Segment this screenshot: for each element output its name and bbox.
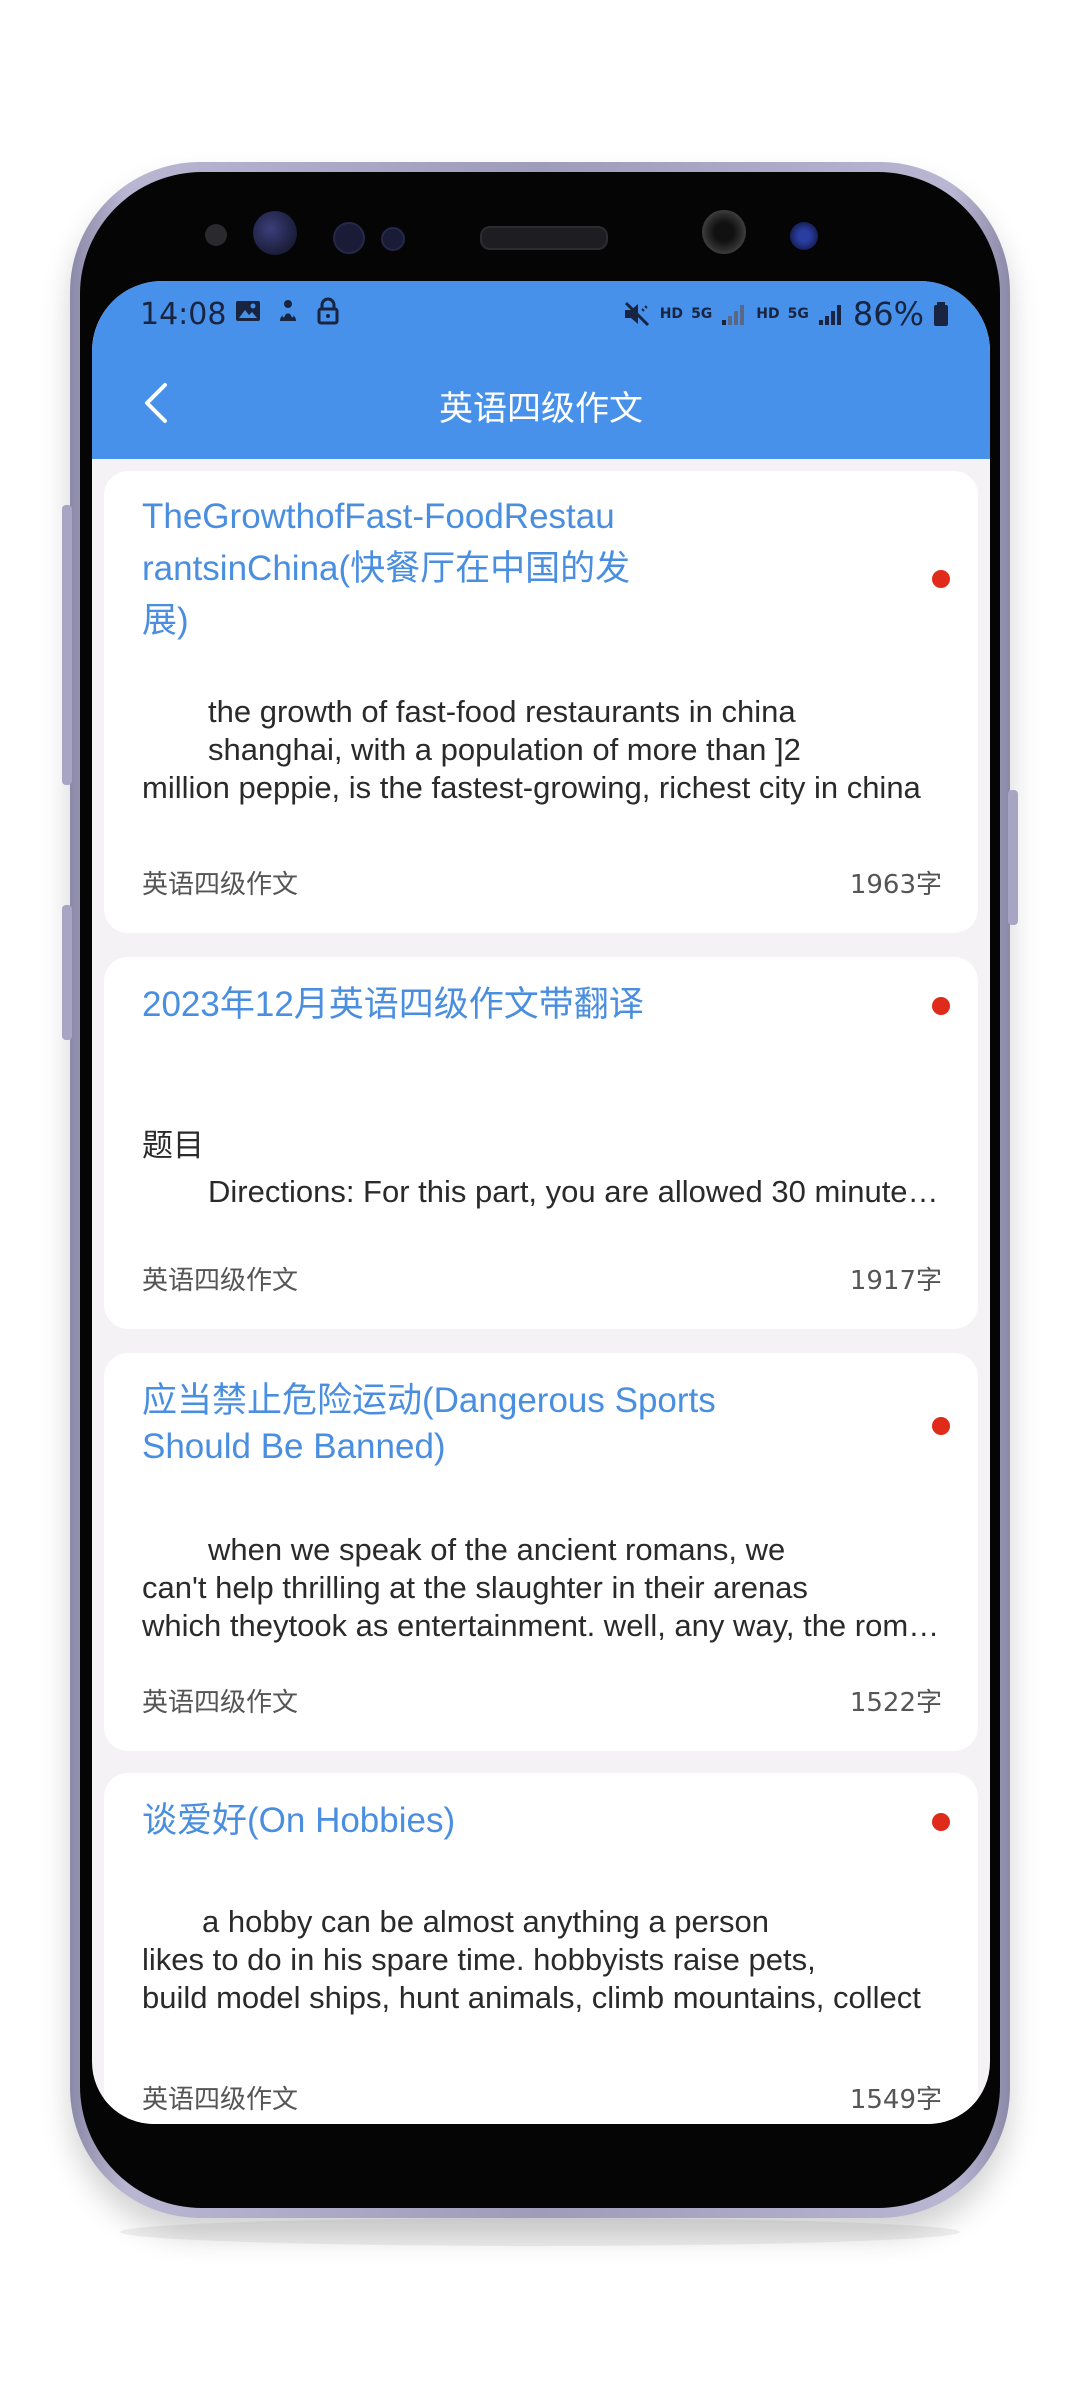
status-time: 14:08: [140, 297, 227, 332]
status-bar: 14:08 HD 5G HD 5G 86%: [92, 281, 990, 353]
article-excerpt: a hobby can be almost anything a person …: [142, 1903, 942, 2017]
excerpt-line: likes to do in his spare time. hobbyists…: [142, 1942, 816, 1977]
article-word-count: 1549字: [849, 2085, 942, 2115]
unread-dot: [932, 997, 950, 1015]
excerpt-line: build model ships, hunt animals, climb m…: [142, 1980, 921, 2015]
signal-icon-1: [722, 305, 745, 325]
hd-label-2: HD: [756, 306, 780, 322]
excerpt-line: million peppie, is the fastest-growing, …: [142, 770, 921, 805]
article-title: 2023年12月英语四级作文带翻译: [142, 979, 762, 1031]
phone-screen: 14:08 HD 5G HD 5G 86% 英语四级作文 TheGrowthof…: [92, 281, 990, 2124]
signal-icon-2: [818, 305, 841, 325]
article-card[interactable]: 2023年12月英语四级作文带翻译 题目 Directions: For thi…: [104, 957, 978, 1329]
article-word-count: 1917字: [849, 1266, 942, 1296]
article-title: 谈爱好(On Hobbies): [142, 1795, 762, 1847]
article-excerpt: when we speak of the ancient romans, we …: [142, 1531, 942, 1645]
camera-flash: [790, 222, 818, 250]
article-title-line: 2023年12月英语四级作文带翻译: [142, 985, 644, 1024]
article-title-line: rantsinChina(快餐厅在中国的发: [142, 549, 631, 588]
excerpt-line: a hobby can be almost anything a person: [202, 1904, 769, 1939]
page-title: 英语四级作文: [439, 389, 643, 429]
unread-dot: [932, 1417, 950, 1435]
article-word-count: 1963字: [849, 870, 942, 900]
battery-icon: [934, 302, 948, 326]
article-card[interactable]: 谈爱好(On Hobbies) a hobby can be almost an…: [104, 1773, 978, 2124]
article-title-line: TheGrowthofFast-FoodRestau: [142, 497, 615, 536]
front-camera: [702, 210, 746, 254]
battery-percent: 86%: [852, 295, 924, 333]
excerpt-line: which theytook as entertainment. well, a…: [142, 1608, 942, 1643]
article-title-line: 展): [142, 601, 189, 640]
article-category: 英语四级作文: [142, 1688, 299, 1718]
excerpt-line: Directions: For this part, you are allow…: [208, 1174, 942, 1209]
proximity-sensor: [333, 222, 365, 254]
network-5g-label-1: 5G: [691, 306, 713, 322]
article-title: TheGrowthofFast-FoodRestau rantsinChina(…: [142, 491, 762, 647]
article-title-line: 谈爱好(On Hobbies): [142, 1801, 456, 1840]
excerpt-line: 题目: [142, 1128, 204, 1163]
excerpt-line: when we speak of the ancient romans, we: [208, 1532, 786, 1567]
network-5g-label-2: 5G: [787, 306, 809, 322]
article-word-count: 1522字: [849, 1688, 942, 1718]
unread-dot: [932, 570, 950, 588]
lock-icon: [317, 297, 339, 325]
article-category: 英语四级作文: [142, 870, 299, 900]
article-excerpt: 题目 Directions: For this part, you are al…: [142, 1127, 942, 1211]
article-title: 应当禁止危险运动(Dangerous Sports Should Be Bann…: [142, 1375, 822, 1473]
article-card[interactable]: TheGrowthofFast-FoodRestau rantsinChina(…: [104, 471, 978, 933]
hd-label-1: HD: [659, 306, 684, 322]
power-button: [1008, 790, 1018, 925]
article-title-line: Should Be Banned): [142, 1427, 446, 1466]
article-card[interactable]: 应当禁止危险运动(Dangerous Sports Should Be Bann…: [104, 1353, 978, 1751]
status-right-icons: HD 5G HD 5G 86%: [622, 295, 950, 333]
phone-shadow: [120, 2218, 960, 2246]
app-notification-icon: [280, 300, 296, 321]
app-bar: 14:08 HD 5G HD 5G 86% 英语四级作文: [92, 281, 990, 459]
volume-down-button: [62, 905, 72, 1040]
earpiece-speaker: [480, 226, 608, 250]
image-notification-icon: [236, 301, 260, 321]
mute-icon: [624, 301, 649, 327]
excerpt-line: the growth of fast-food restaurants in c…: [208, 694, 796, 729]
article-title-line: 应当禁止危险运动(Dangerous Sports: [142, 1381, 716, 1420]
volume-up-button: [62, 505, 72, 785]
excerpt-line: shanghai, with a population of more than…: [208, 732, 801, 767]
front-sensor-dot: [205, 224, 227, 246]
iris-sensor: [253, 211, 297, 255]
status-left-icons: [234, 297, 342, 325]
article-category: 英语四级作文: [142, 2085, 299, 2115]
unread-dot: [932, 1813, 950, 1831]
article-category: 英语四级作文: [142, 1266, 299, 1296]
article-excerpt: the growth of fast-food restaurants in c…: [142, 693, 942, 807]
excerpt-line: can't help thrilling at the slaughter in…: [142, 1570, 808, 1605]
light-sensor: [381, 227, 405, 251]
